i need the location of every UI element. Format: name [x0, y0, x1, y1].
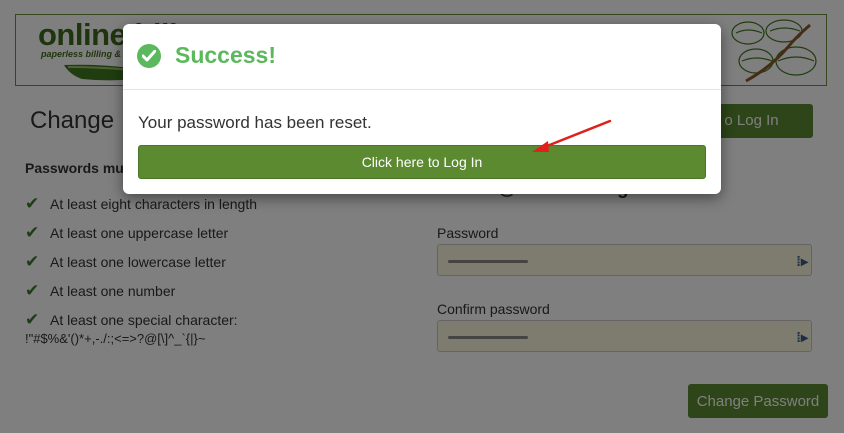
modal-message: Your password has been reset. [138, 113, 372, 132]
click-to-log-in-button[interactable]: Click here to Log In [138, 145, 706, 179]
modal-title: Success! [175, 42, 277, 68]
modal-header: Success! [123, 24, 721, 90]
check-circle-icon [137, 44, 161, 68]
red-arrow-annotation-icon [532, 119, 612, 152]
success-modal: Success! Your password has been reset. C… [123, 24, 721, 194]
